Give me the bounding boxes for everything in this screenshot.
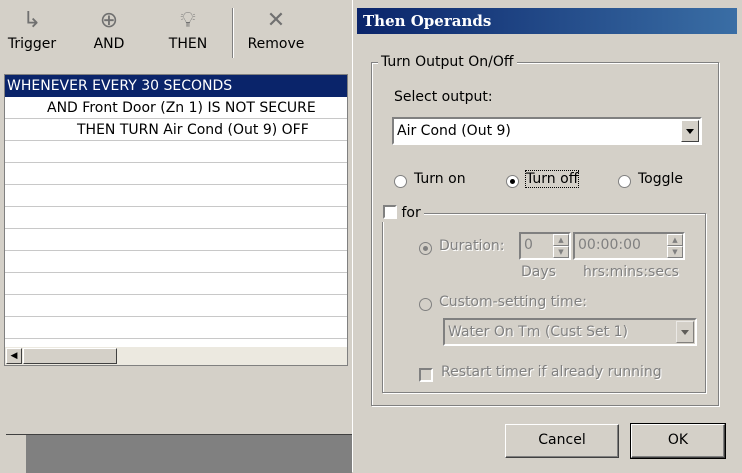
- for-group: for Duration: 0 ▲ ▼ 00:00:00 ▲ ▼ Days hrs:…: [381, 204, 706, 393]
- turn-off-label[interactable]: Turn off: [524, 170, 580, 188]
- time-value: 00:00:00: [578, 237, 641, 253]
- rule-row-empty: [5, 229, 347, 251]
- days-caption: Days: [521, 264, 556, 280]
- for-checkbox[interactable]: [383, 205, 397, 219]
- chevron-down-icon[interactable]: [676, 321, 694, 343]
- dialog-title: Then Operands: [357, 8, 737, 34]
- remove-button[interactable]: ✕ Remove: [238, 6, 314, 62]
- spin-down-icon[interactable]: ▼: [553, 246, 569, 258]
- ok-button[interactable]: OK: [630, 423, 726, 459]
- for-legend: for: [381, 204, 424, 222]
- scrollbar-thumb[interactable]: [23, 348, 117, 364]
- rules-list[interactable]: WHENEVER EVERY 30 SECONDS AND Front Door…: [4, 74, 348, 366]
- rule-row-empty: [5, 317, 347, 339]
- status-bar: [6, 434, 352, 473]
- output-select-value: Air Cond (Out 9): [397, 123, 511, 139]
- spin-down-icon[interactable]: ▼: [667, 246, 683, 258]
- rule-row-and[interactable]: AND Front Door (Zn 1) IS NOT SECURE: [5, 97, 347, 119]
- x-icon: ✕: [266, 8, 286, 33]
- days-value: 0: [524, 237, 533, 253]
- remove-label: Remove: [247, 36, 305, 52]
- time-spinner[interactable]: 00:00:00 ▲ ▼: [573, 232, 685, 260]
- custom-setting-label: Custom-setting time:: [439, 294, 588, 310]
- rule-row-trigger[interactable]: WHENEVER EVERY 30 SECONDS: [5, 75, 347, 97]
- toggle-radio[interactable]: [618, 175, 631, 188]
- time-caption: hrs:mins:secs: [583, 264, 679, 280]
- for-label[interactable]: for: [401, 205, 420, 221]
- output-select[interactable]: Air Cond (Out 9): [392, 117, 702, 145]
- rule-row-empty: [5, 141, 347, 163]
- then-operands-dialog: Then Operands Turn Output On/Off Select …: [352, 0, 742, 472]
- toggle-label[interactable]: Toggle: [638, 171, 683, 187]
- custom-setting-radio[interactable]: [419, 298, 432, 311]
- and-label: AND: [93, 36, 125, 52]
- custom-setting-select[interactable]: Water On Tm (Cust Set 1): [443, 318, 697, 346]
- spin-up-icon[interactable]: ▲: [667, 234, 683, 246]
- rule-row-empty: [5, 251, 347, 273]
- turn-output-group: Turn Output On/Off Select output: Air Co…: [371, 53, 719, 406]
- turn-off-radio[interactable]: [506, 175, 519, 188]
- rule-row-then[interactable]: THEN TURN Air Cond (Out 9) OFF: [5, 119, 347, 141]
- duration-radio[interactable]: [419, 242, 432, 255]
- toolbar-separator: [232, 8, 234, 58]
- cancel-button[interactable]: Cancel: [505, 424, 619, 458]
- spin-up-icon[interactable]: ▲: [553, 234, 569, 246]
- trigger-arrow-icon: ↳: [22, 8, 42, 33]
- status-bar-segment: [6, 435, 26, 473]
- rule-row-empty: [5, 273, 347, 295]
- rule-row-empty: [5, 163, 347, 185]
- restart-timer-label: Restart timer if already running: [441, 364, 662, 380]
- and-button[interactable]: ⊕ AND: [84, 6, 134, 62]
- scroll-left-icon[interactable]: ◀: [6, 348, 22, 364]
- then-button[interactable]: 💡︎ THEN: [160, 6, 216, 62]
- turn-on-label[interactable]: Turn on: [414, 171, 466, 187]
- time-spin-buttons[interactable]: ▲ ▼: [667, 234, 683, 258]
- rule-row-empty: [5, 295, 347, 317]
- duration-label: Duration:: [439, 238, 505, 254]
- days-spinner[interactable]: 0 ▲ ▼: [519, 232, 571, 260]
- custom-setting-value: Water On Tm (Cust Set 1): [448, 324, 628, 340]
- select-output-label: Select output:: [394, 89, 493, 105]
- trigger-button[interactable]: ↳ Trigger: [4, 6, 60, 62]
- lightbulb-icon: 💡︎: [180, 8, 196, 33]
- rule-row-empty: [5, 185, 347, 207]
- days-spin-buttons[interactable]: ▲ ▼: [553, 234, 569, 258]
- turn-on-radio[interactable]: [394, 175, 407, 188]
- trigger-label: Trigger: [7, 36, 57, 52]
- rule-toolbar: ↳ Trigger ⊕ AND 💡︎ THEN ✕ Remove: [0, 0, 352, 68]
- plus-circle-icon: ⊕: [99, 8, 119, 33]
- chevron-down-icon[interactable]: [681, 120, 699, 142]
- horizontal-scrollbar[interactable]: ◀: [5, 347, 347, 365]
- group-title: Turn Output On/Off: [378, 53, 517, 71]
- restart-timer-checkbox[interactable]: [419, 368, 433, 382]
- rule-row-empty: [5, 207, 347, 229]
- then-label: THEN: [168, 36, 208, 52]
